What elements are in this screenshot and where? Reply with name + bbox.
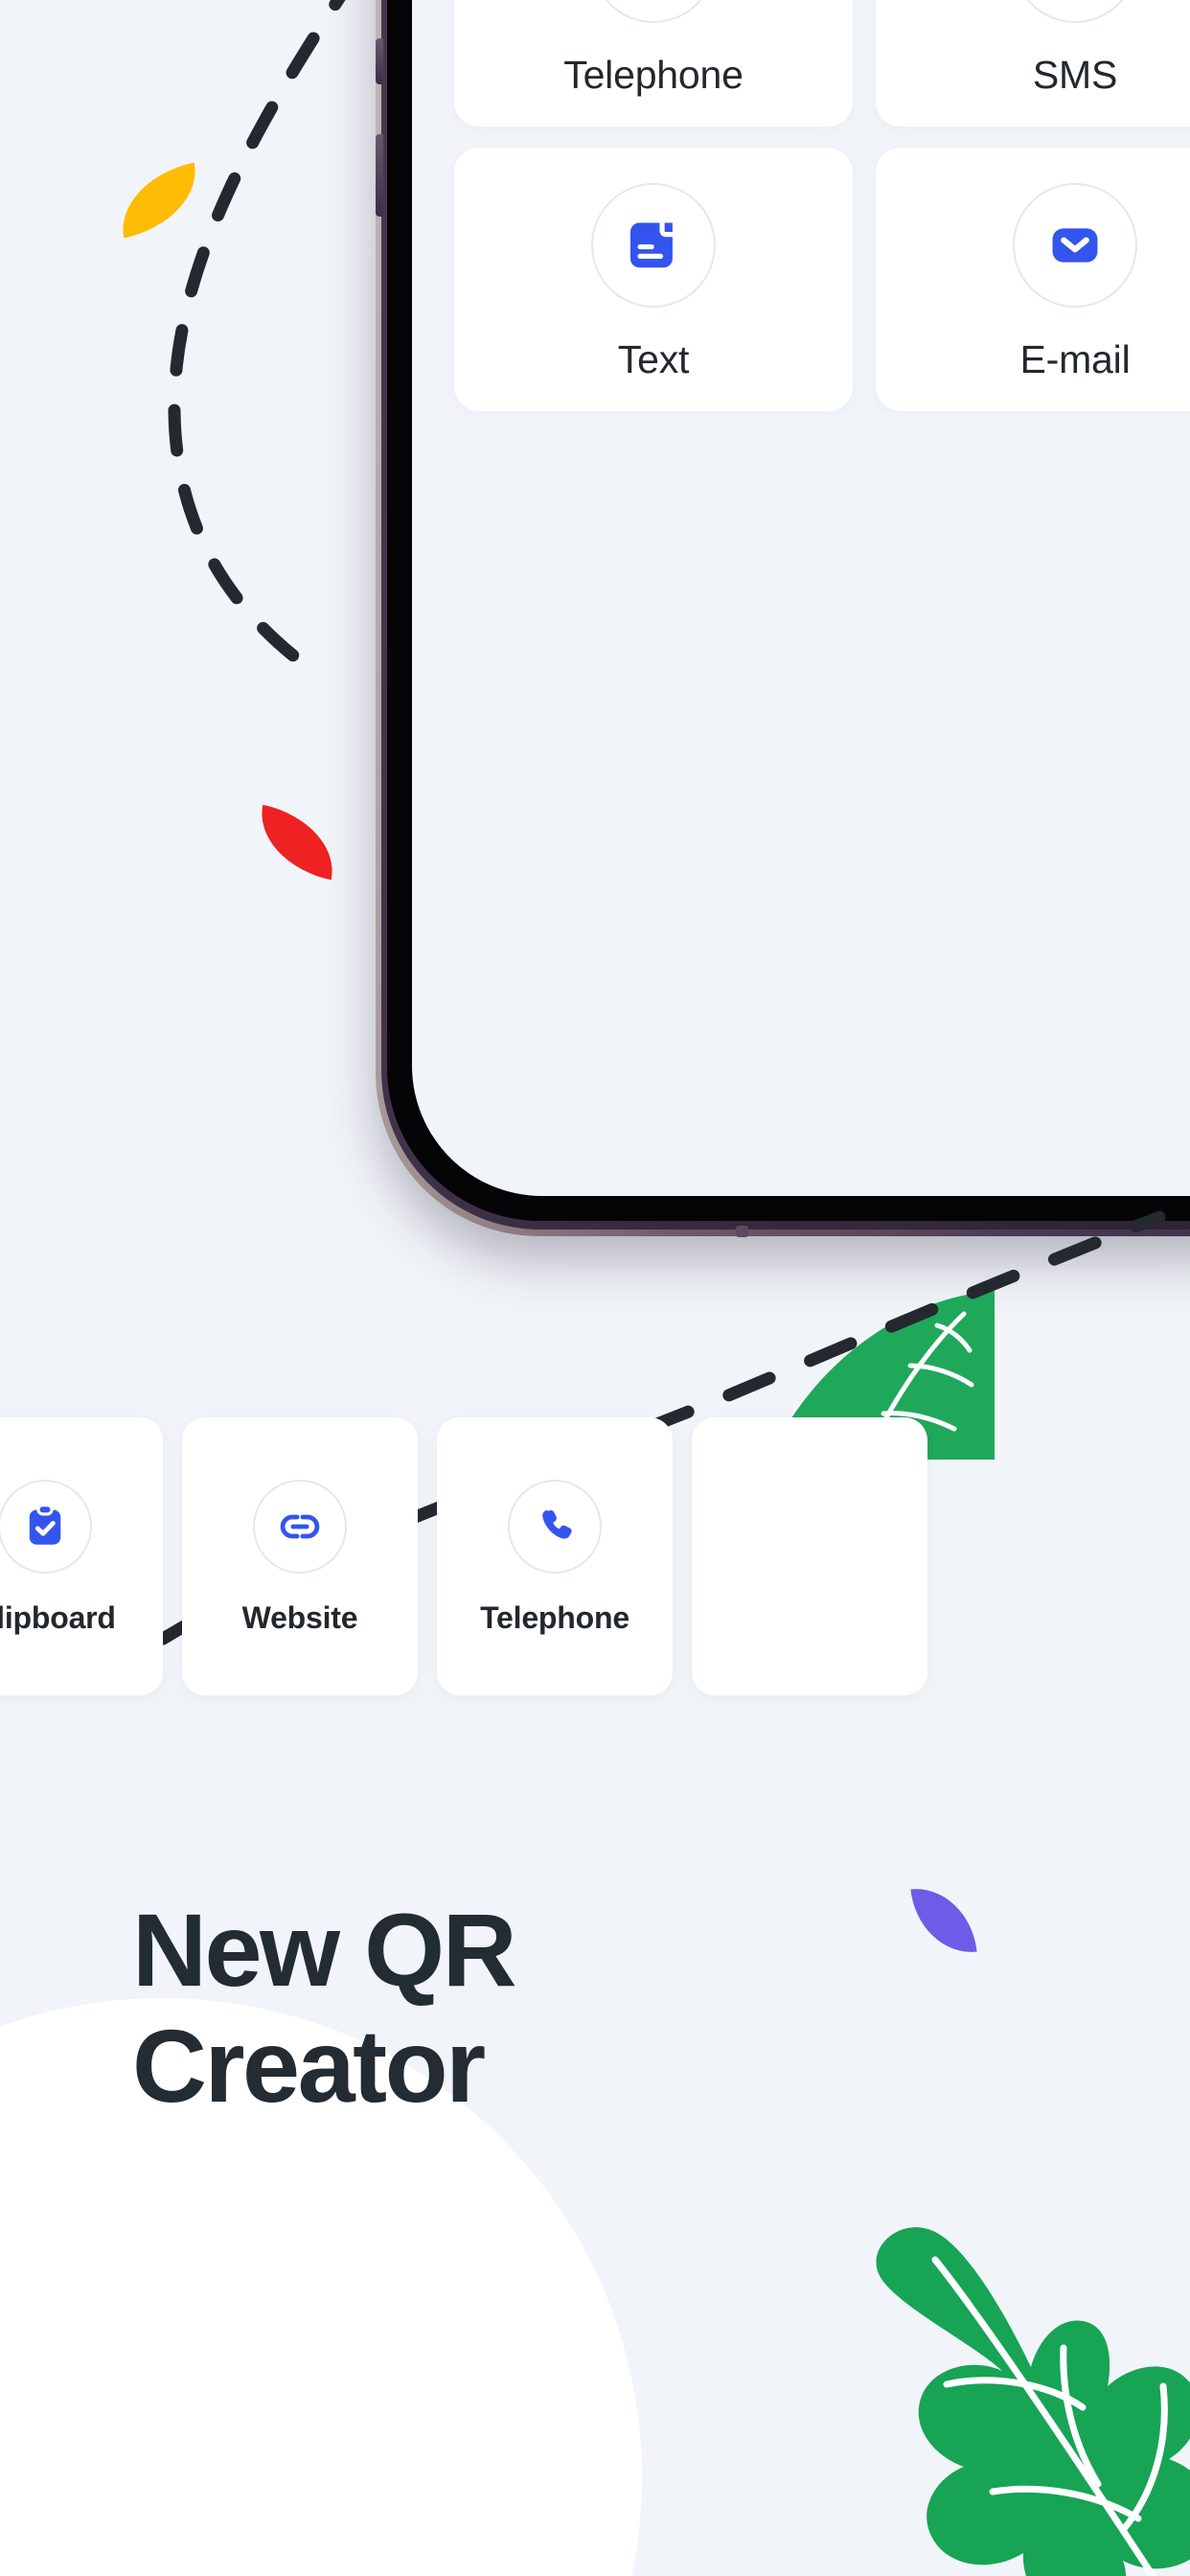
qr-type-label: SMS (1032, 53, 1118, 97)
carousel-card-label: Clipboard (0, 1600, 116, 1635)
link-chain-icon (280, 1514, 320, 1539)
clipboard-check-icon (29, 1504, 61, 1545)
icon-ring (0, 1480, 92, 1574)
page-title: New QR Creator (132, 1892, 517, 2125)
qr-type-carousel[interactable]: Clipboard Website Telephone (0, 1417, 1190, 1695)
page-title-line-2: Creator (132, 2007, 486, 2124)
icon-ring (253, 1480, 347, 1574)
phone-handset-icon (542, 1509, 572, 1539)
green-oak-leaf-icon (876, 2227, 1190, 2576)
carousel-card-label: Website (241, 1600, 358, 1635)
carousel-card-website[interactable]: Website (182, 1417, 418, 1695)
carousel-card-label: Telephone (480, 1600, 629, 1635)
page-title-line-1: New QR (132, 1892, 517, 2008)
qr-type-card-email[interactable]: E-mail (876, 148, 1190, 411)
envelope-icon (1052, 228, 1098, 263)
qr-type-card-sms[interactable]: SMS (876, 0, 1190, 126)
carousel-card-telephone[interactable]: Telephone (437, 1417, 673, 1695)
poster-canvas: Clipboard Website (0, 0, 1190, 2576)
dashed-curve-top (168, 0, 346, 673)
icon-ring (1013, 0, 1137, 23)
icon-ring (508, 1480, 602, 1574)
purple-petal (910, 1882, 977, 1959)
qr-type-label: E-mail (1019, 337, 1131, 381)
icon-ring (1013, 183, 1137, 308)
carousel-card-clipboard[interactable]: Clipboard (0, 1417, 163, 1695)
carousel-card-next[interactable] (692, 1417, 927, 1695)
